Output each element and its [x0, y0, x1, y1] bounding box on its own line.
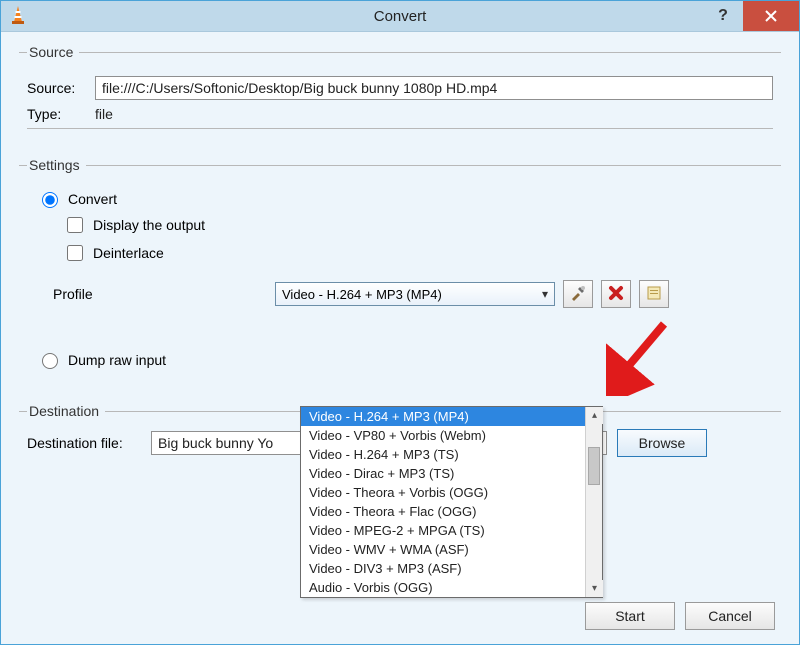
source-legend: Source: [27, 44, 79, 60]
browse-button[interactable]: Browse: [617, 429, 707, 457]
edit-profile-button[interactable]: [563, 280, 593, 308]
profile-option[interactable]: Video - H.264 + MP3 (TS): [301, 445, 602, 464]
type-value: file: [95, 106, 113, 122]
profile-combobox[interactable]: Video - H.264 + MP3 (MP4) ▾: [275, 282, 555, 306]
display-output-label: Display the output: [93, 217, 205, 233]
display-output-checkbox[interactable]: Display the output: [63, 214, 773, 236]
profile-dropdown-list[interactable]: Video - H.264 + MP3 (MP4) Video - VP80 +…: [300, 406, 603, 598]
profile-option[interactable]: Video - Theora + Vorbis (OGG): [301, 483, 602, 502]
profile-label: Profile: [27, 286, 275, 302]
source-group: Source Source: Type: file: [19, 44, 781, 143]
profile-option[interactable]: Video - Theora + Flac (OGG): [301, 502, 602, 521]
titlebar: Convert ?: [1, 1, 799, 32]
profile-option[interactable]: Video - DIV3 + MP3 (ASF): [301, 559, 602, 578]
convert-dialog: Convert ? Source Source: Type: file Sett…: [0, 0, 800, 645]
convert-radio[interactable]: Convert: [37, 189, 773, 208]
scroll-thumb[interactable]: [588, 447, 600, 485]
settings-group: Settings Convert Display the output Dein…: [19, 157, 781, 389]
profile-option[interactable]: Video - VP80 + Vorbis (Webm): [301, 426, 602, 445]
profile-option[interactable]: Video - WMV + WMA (ASF): [301, 540, 602, 559]
display-output-input[interactable]: [67, 217, 83, 233]
titlebar-buttons: ?: [703, 1, 799, 31]
divider: [27, 128, 773, 129]
convert-radio-input[interactable]: [42, 192, 58, 208]
cancel-button[interactable]: Cancel: [685, 602, 775, 630]
new-profile-button[interactable]: [639, 280, 669, 308]
profile-option[interactable]: Audio - Vorbis (OGG): [301, 578, 602, 597]
profile-option[interactable]: Video - H.264 + MP3 (MP4): [301, 407, 602, 426]
dump-raw-radio[interactable]: Dump raw input: [37, 350, 773, 369]
close-button[interactable]: [743, 1, 799, 31]
new-profile-icon: [646, 285, 662, 304]
deinterlace-input[interactable]: [67, 245, 83, 261]
scroll-up-arrow-icon[interactable]: ▴: [586, 407, 603, 424]
start-button[interactable]: Start: [585, 602, 675, 630]
dropdown-scrollbar[interactable]: ▴ ▾: [585, 407, 602, 597]
deinterlace-label: Deinterlace: [93, 245, 164, 261]
source-input[interactable]: [95, 76, 773, 100]
profile-option[interactable]: Video - Dirac + MP3 (TS): [301, 464, 602, 483]
delete-profile-button[interactable]: [601, 280, 631, 308]
help-button[interactable]: ?: [703, 1, 743, 31]
convert-radio-label: Convert: [68, 191, 117, 207]
deinterlace-checkbox[interactable]: Deinterlace: [63, 242, 773, 264]
dump-raw-radio-input[interactable]: [42, 353, 58, 369]
client-area: Source Source: Type: file Settings Conve…: [1, 32, 799, 644]
destination-legend: Destination: [27, 403, 105, 419]
tools-icon: [569, 284, 587, 305]
profile-option[interactable]: Video - MPEG-2 + MPGA (TS): [301, 521, 602, 540]
dialog-buttons: Start Cancel: [585, 602, 775, 630]
source-label: Source:: [27, 80, 95, 96]
type-label: Type:: [27, 106, 95, 122]
scroll-down-arrow-icon[interactable]: ▾: [586, 580, 603, 597]
dump-raw-label: Dump raw input: [68, 352, 166, 368]
window-title: Convert: [1, 8, 799, 25]
settings-legend: Settings: [27, 157, 86, 173]
vlc-cone-icon: [9, 5, 27, 28]
delete-icon: [608, 285, 624, 304]
destination-label: Destination file:: [27, 435, 151, 451]
chevron-down-icon: ▾: [542, 287, 548, 301]
profile-selected-text: Video - H.264 + MP3 (MP4): [282, 287, 442, 302]
